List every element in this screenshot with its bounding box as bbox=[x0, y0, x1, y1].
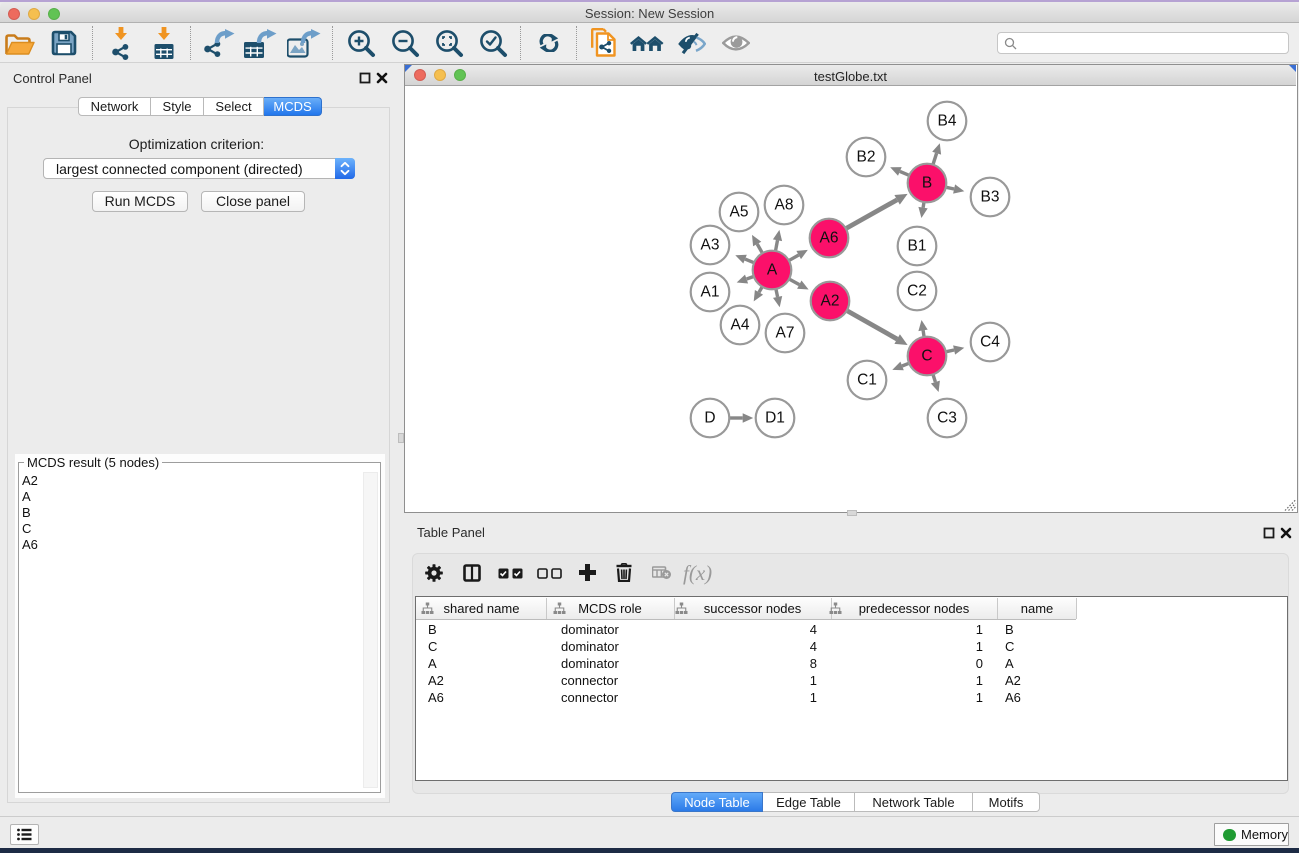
svg-text:C3: C3 bbox=[937, 410, 957, 427]
svg-text:B1: B1 bbox=[908, 238, 927, 255]
svg-text:C2: C2 bbox=[907, 283, 927, 300]
svg-text:B4: B4 bbox=[938, 113, 957, 130]
svg-text:A7: A7 bbox=[776, 325, 795, 342]
svg-text:A6: A6 bbox=[820, 230, 839, 247]
svg-text:B: B bbox=[922, 175, 932, 192]
svg-text:A2: A2 bbox=[821, 293, 840, 310]
svg-text:D: D bbox=[704, 410, 715, 427]
svg-text:A1: A1 bbox=[701, 284, 720, 301]
svg-text:C1: C1 bbox=[857, 372, 877, 389]
svg-text:B3: B3 bbox=[981, 189, 1000, 206]
svg-text:C: C bbox=[921, 348, 932, 365]
svg-text:A4: A4 bbox=[731, 317, 750, 334]
svg-text:A5: A5 bbox=[730, 204, 749, 221]
svg-text:A3: A3 bbox=[701, 237, 720, 254]
svg-text:A8: A8 bbox=[775, 197, 794, 214]
svg-text:C4: C4 bbox=[980, 334, 1000, 351]
svg-text:D1: D1 bbox=[765, 410, 785, 427]
svg-text:B2: B2 bbox=[857, 149, 876, 166]
svg-text:A: A bbox=[767, 262, 778, 279]
